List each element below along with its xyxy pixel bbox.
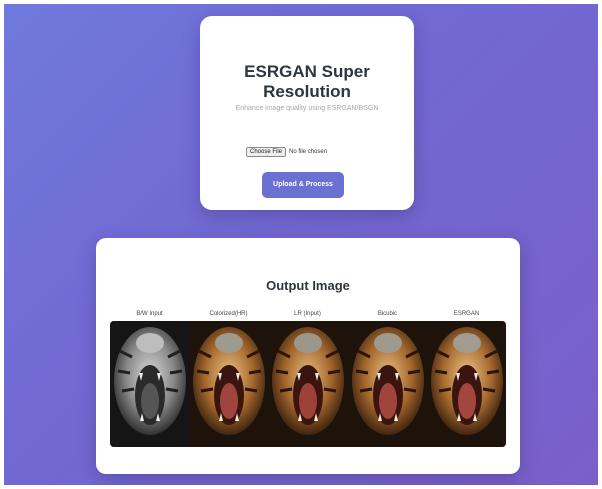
output-title: Output Image: [266, 278, 350, 293]
file-input[interactable]: Choose File No file chosen: [246, 147, 327, 157]
tiger-image-esrgan: [426, 321, 506, 447]
image-label-bw-input: B/W Input: [136, 311, 163, 317]
image-label-lr-input: LR (Input): [294, 311, 321, 317]
image-label-bicubic: Bicubic: [377, 311, 398, 317]
upload-title: ESRGAN Super Resolution: [244, 62, 370, 101]
image-label-colorized-hr: Colorized(HR): [209, 311, 248, 317]
tiger-image-lr-input: [268, 321, 348, 447]
tiger-image-bicubic: [347, 321, 427, 447]
output-image-strip: [110, 321, 506, 447]
tiger-image-bw: [110, 321, 190, 447]
output-card: Output Image B/W Input Colorized(HR) LR …: [96, 238, 520, 474]
file-status-text: No file chosen: [289, 149, 328, 155]
tiger-image-colorized-hr: [189, 321, 269, 447]
choose-file-button[interactable]: Choose File: [246, 147, 287, 157]
image-label-esrgan: ESRGAN: [453, 311, 480, 317]
upload-card: ESRGAN Super Resolution Enhance image qu…: [200, 16, 414, 210]
upload-process-button[interactable]: Upload & Process: [262, 172, 344, 198]
page-background: ESRGAN Super Resolution Enhance image qu…: [4, 4, 598, 485]
upload-subtitle: Enhance image quality using ESRGAN/BSGN: [235, 105, 379, 112]
